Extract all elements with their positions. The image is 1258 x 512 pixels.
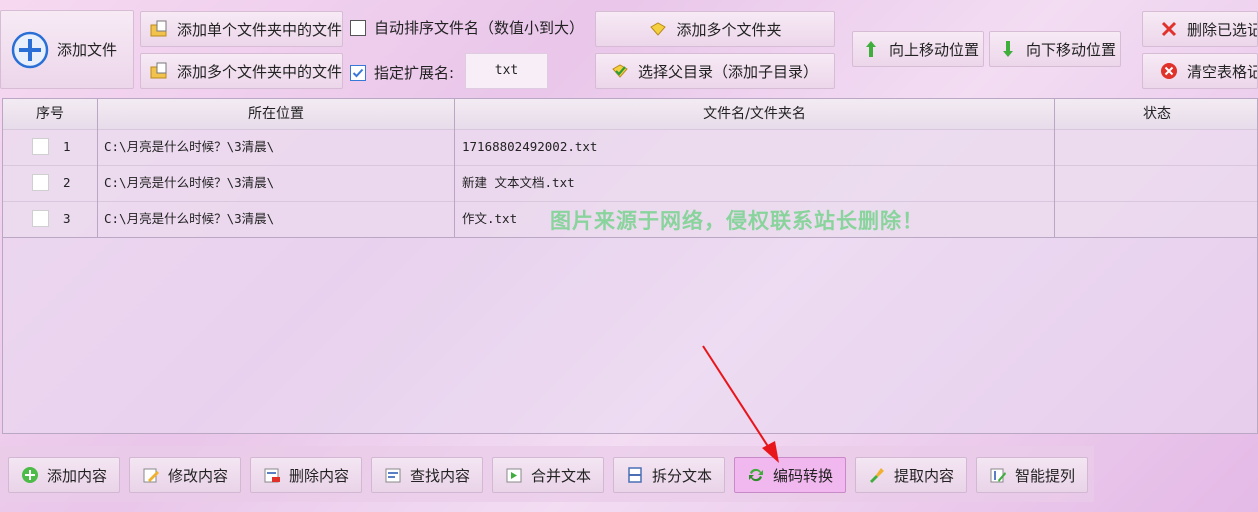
filename-cell: 17168802492002.txt [455, 129, 1055, 165]
auto-sort-checkbox-box[interactable] [350, 19, 366, 36]
edit-icon [142, 466, 160, 484]
add-circle-icon [21, 466, 39, 484]
clear-table-button[interactable]: 清空表格记 [1142, 53, 1258, 89]
col-header-index[interactable]: 序号 [3, 99, 98, 129]
location-cell: C:\月亮是什么时候？\3清晨\ [98, 165, 455, 201]
table-header: 序号 所在位置 文件名/文件夹名 状态 [3, 99, 1257, 130]
delete-doc-icon [263, 466, 281, 484]
index-cell: 2 [3, 165, 98, 201]
col-header-status[interactable]: 状态 [1055, 99, 1258, 129]
clear-table-label: 清空表格记 [1187, 62, 1258, 81]
smart-column-icon [989, 466, 1007, 484]
row-number: 3 [63, 211, 71, 226]
smart-column-button[interactable]: 智能提列 [976, 457, 1088, 493]
status-cell [1055, 201, 1258, 237]
location-cell: C:\月亮是什么时候？\3清晨\ [98, 201, 455, 237]
extract-content-label: 提取内容 [894, 466, 955, 485]
file-table: 序号 所在位置 文件名/文件夹名 状态 1 C:\月亮是什么时候？\3清晨\ 1… [2, 98, 1258, 434]
merge-icon [505, 466, 523, 484]
extract-content-button[interactable]: 提取内容 [855, 457, 967, 493]
move-down-button[interactable]: 向下移动位置 [989, 31, 1121, 67]
row-checkbox[interactable] [32, 174, 49, 191]
ext-checkbox[interactable]: 指定扩展名: [350, 62, 454, 83]
edit-content-button[interactable]: 修改内容 [129, 457, 241, 493]
smart-column-label: 智能提列 [1015, 466, 1076, 485]
extension-input[interactable]: txt [465, 53, 548, 89]
move-up-button[interactable]: 向上移动位置 [852, 31, 984, 67]
auto-sort-checkbox[interactable]: 自动排序文件名（数值小到大） [350, 17, 584, 38]
find-icon [384, 466, 402, 484]
row-number: 1 [63, 139, 71, 154]
convert-icon [747, 466, 765, 484]
arrow-up-icon [861, 39, 881, 59]
add-single-folder-button[interactable]: 添加单个文件夹中的文件 [140, 11, 343, 47]
move-up-label: 向上移动位置 [889, 40, 980, 59]
extract-icon [868, 466, 886, 484]
edit-content-label: 修改内容 [168, 466, 229, 485]
add-multi-folder-files-button[interactable]: 添加多个文件夹中的文件 [140, 53, 343, 89]
add-multi-folders-label: 添加多个文件夹 [676, 20, 782, 39]
row-checkbox[interactable] [32, 210, 49, 227]
status-cell [1055, 165, 1258, 201]
filename-cell: 新建 文本文档.txt [455, 165, 1055, 201]
col-header-location[interactable]: 所在位置 [98, 99, 455, 129]
row-checkbox[interactable] [32, 138, 49, 155]
red-x-icon [1159, 19, 1179, 39]
ext-checkbox-box[interactable] [350, 64, 366, 81]
arrow-down-icon [998, 39, 1018, 59]
folder-file-icon [149, 19, 169, 39]
add-content-button[interactable]: 添加内容 [8, 457, 120, 493]
ext-label: 指定扩展名: [374, 64, 455, 82]
select-parent-button[interactable]: 选择父目录（添加子目录） [595, 53, 835, 89]
move-down-label: 向下移动位置 [1026, 40, 1117, 59]
status-cell [1055, 129, 1258, 165]
location-cell: C:\月亮是什么时候？\3清晨\ [98, 129, 455, 165]
split-icon [626, 466, 644, 484]
watermark-text: 图片来源于网络，侵权联系站长删除！ [550, 209, 924, 233]
folder-check-icon [610, 61, 630, 81]
clear-circle-icon [1159, 61, 1179, 81]
split-text-label: 拆分文本 [652, 466, 713, 485]
encoding-convert-button[interactable]: 编码转换 [734, 457, 846, 493]
delete-content-button[interactable]: 删除内容 [250, 457, 362, 493]
delete-selected-button[interactable]: 删除已选记 [1142, 11, 1258, 47]
merge-text-label: 合并文本 [531, 466, 592, 485]
add-content-label: 添加内容 [47, 466, 108, 485]
folder-yellow-icon [648, 19, 668, 39]
delete-content-label: 删除内容 [289, 466, 350, 485]
table-row[interactable]: 1 C:\月亮是什么时候？\3清晨\ 17168802492002.txt [3, 129, 1257, 166]
add-file-label: 添加文件 [57, 41, 118, 59]
row-number: 2 [63, 175, 71, 190]
find-content-button[interactable]: 查找内容 [371, 457, 483, 493]
checkmark-icon [352, 68, 364, 77]
add-multi-folder-files-label: 添加多个文件夹中的文件 [177, 62, 343, 81]
table-row[interactable]: 2 C:\月亮是什么时候？\3清晨\ 新建 文本文档.txt [3, 165, 1257, 202]
index-cell: 3 [3, 201, 98, 237]
encoding-convert-label: 编码转换 [773, 466, 834, 485]
add-single-folder-label: 添加单个文件夹中的文件 [177, 20, 343, 39]
folder-file-icon [149, 61, 169, 81]
auto-sort-label: 自动排序文件名（数值小到大） [374, 19, 585, 37]
merge-text-button[interactable]: 合并文本 [492, 457, 604, 493]
add-circle-icon [11, 31, 49, 69]
find-content-label: 查找内容 [410, 466, 471, 485]
delete-selected-label: 删除已选记 [1187, 20, 1258, 39]
add-file-button[interactable]: 添加文件 [0, 10, 134, 89]
add-multi-folders-button[interactable]: 添加多个文件夹 [595, 11, 835, 47]
col-header-filename[interactable]: 文件名/文件夹名 [455, 99, 1055, 129]
index-cell: 1 [3, 129, 98, 165]
select-parent-label: 选择父目录（添加子目录） [638, 62, 819, 81]
split-text-button[interactable]: 拆分文本 [613, 457, 725, 493]
